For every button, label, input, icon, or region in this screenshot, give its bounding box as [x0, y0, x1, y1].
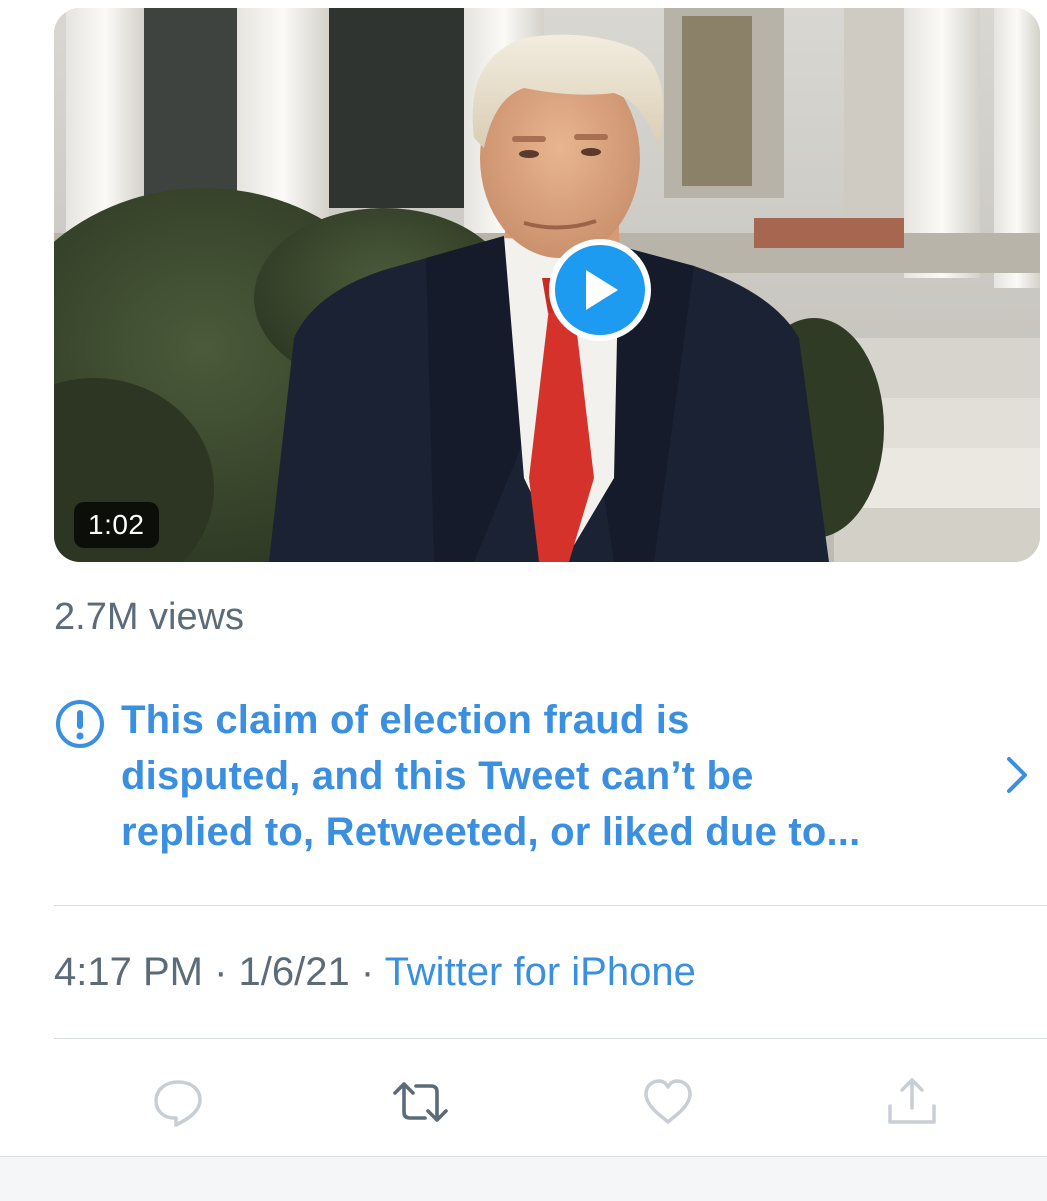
divider	[54, 1038, 1047, 1039]
tweet-time: 4:17 PM	[54, 950, 203, 994]
disputed-claim-text: This claim of election fraud is disputed…	[121, 692, 1001, 860]
video-player[interactable]: 1:02	[54, 8, 1040, 562]
retweet-button[interactable]	[391, 1074, 448, 1130]
meta-separator: ·	[349, 950, 385, 994]
heart-icon	[644, 1079, 692, 1124]
tweet-date: 1/6/21	[238, 950, 350, 994]
chevron-right-icon	[1007, 757, 1027, 793]
notice-line: This claim of election fraud is	[121, 698, 690, 742]
notice-line: disputed, and this Tweet can’t be	[121, 754, 754, 798]
video-thumbnail	[54, 8, 1040, 562]
tweet-source-link[interactable]: Twitter for iPhone	[385, 950, 696, 994]
disputed-claim-notice[interactable]: This claim of election fraud is disputed…	[54, 692, 1040, 862]
share-button[interactable]	[884, 1074, 940, 1130]
play-button[interactable]	[549, 239, 651, 341]
reply-icon	[154, 1080, 202, 1127]
exclamation-circle-icon	[56, 700, 104, 748]
video-duration-badge: 1:02	[74, 502, 159, 548]
reply-button[interactable]	[150, 1074, 206, 1130]
play-icon	[586, 270, 618, 310]
like-button[interactable]	[640, 1074, 696, 1130]
share-icon	[888, 1078, 936, 1124]
tweet-meta: 4:17 PM · 1/6/21 · Twitter for iPhone	[54, 948, 696, 996]
notice-line: replied to, Retweeted, or liked due to..…	[121, 810, 861, 854]
meta-separator: ·	[202, 950, 239, 994]
divider	[54, 905, 1047, 906]
retweet-icon	[393, 1082, 448, 1122]
bottom-bar	[0, 1156, 1047, 1201]
view-count: 2.7M views	[54, 596, 245, 638]
